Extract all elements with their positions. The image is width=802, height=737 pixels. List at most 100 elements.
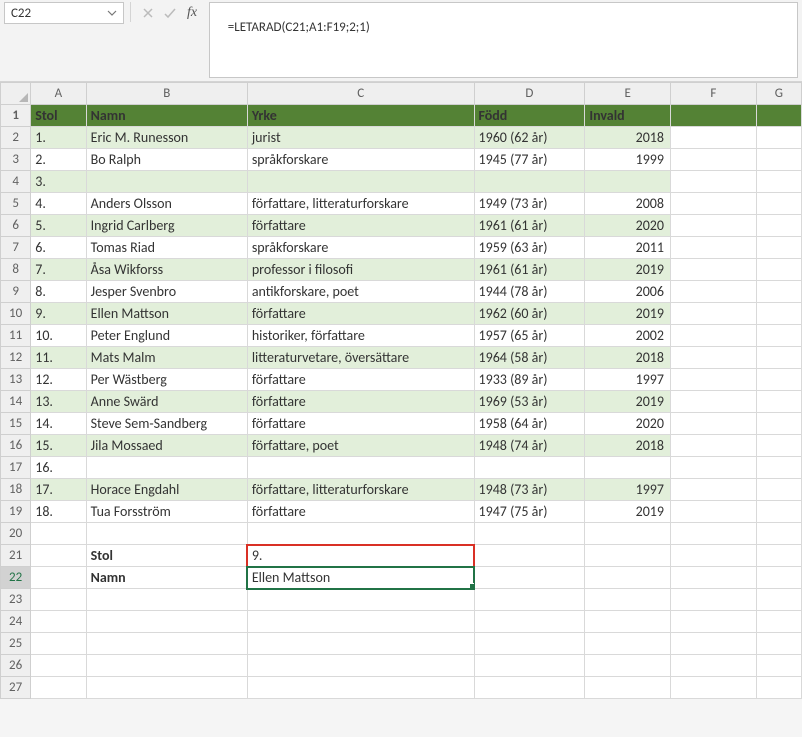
cell[interactable]: 13.	[31, 391, 86, 413]
cell[interactable]: 1959 (63 år)	[474, 237, 585, 259]
cell[interactable]: Ingrid Carlberg	[86, 215, 247, 237]
cell[interactable]	[756, 303, 801, 325]
cell[interactable]: litteraturvetare, översättare	[247, 347, 474, 369]
cell[interactable]	[474, 633, 585, 655]
cell[interactable]: Anders Olsson	[86, 193, 247, 215]
cell[interactable]: 3.	[31, 171, 86, 193]
row-header[interactable]: 8	[1, 259, 31, 281]
cell[interactable]	[247, 171, 474, 193]
cell[interactable]	[756, 435, 801, 457]
select-all-corner[interactable]	[1, 83, 31, 105]
cell[interactable]: författare, litteraturforskare	[247, 193, 474, 215]
cell[interactable]	[474, 457, 585, 479]
cell[interactable]	[585, 567, 671, 589]
cell[interactable]: 16.	[31, 457, 86, 479]
cell[interactable]	[474, 171, 585, 193]
cell[interactable]: 2020	[585, 215, 671, 237]
cell[interactable]	[31, 611, 86, 633]
cell[interactable]	[756, 633, 801, 655]
cell[interactable]	[670, 567, 756, 589]
cell[interactable]: 2.	[31, 149, 86, 171]
cell[interactable]: 1960 (62 år)	[474, 127, 585, 149]
cell[interactable]	[756, 347, 801, 369]
cell[interactable]	[756, 193, 801, 215]
cell[interactable]: författare	[247, 369, 474, 391]
cell[interactable]	[670, 435, 756, 457]
row-header[interactable]: 13	[1, 369, 31, 391]
cell[interactable]: Bo Ralph	[86, 149, 247, 171]
cell[interactable]: 2019	[585, 303, 671, 325]
cell[interactable]: 1948 (74 år)	[474, 435, 585, 457]
cell[interactable]: 1945 (77 år)	[474, 149, 585, 171]
cell[interactable]	[670, 105, 756, 127]
cell[interactable]	[670, 633, 756, 655]
cell[interactable]: Peter Englund	[86, 325, 247, 347]
cell[interactable]: 2020	[585, 413, 671, 435]
cell[interactable]	[247, 523, 474, 545]
cell[interactable]: 6.	[31, 237, 86, 259]
cell[interactable]: författare, litteraturforskare	[247, 479, 474, 501]
col-header-D[interactable]: D	[474, 83, 585, 105]
cell[interactable]: 11.	[31, 347, 86, 369]
cell[interactable]	[31, 655, 86, 677]
row-header[interactable]: 26	[1, 655, 31, 677]
cell[interactable]	[585, 677, 671, 699]
cell[interactable]	[756, 171, 801, 193]
cell[interactable]: författare, poet	[247, 435, 474, 457]
cell[interactable]	[247, 633, 474, 655]
cell[interactable]	[670, 259, 756, 281]
cell[interactable]	[474, 545, 585, 567]
cell[interactable]: språkforskare	[247, 149, 474, 171]
cell[interactable]: 1947 (75 år)	[474, 501, 585, 523]
row-header[interactable]: 14	[1, 391, 31, 413]
cell[interactable]: Mats Malm	[86, 347, 247, 369]
cell[interactable]	[670, 391, 756, 413]
cell[interactable]: 1962 (60 år)	[474, 303, 585, 325]
cell[interactable]: 1949 (73 år)	[474, 193, 585, 215]
cell[interactable]	[585, 171, 671, 193]
row-header[interactable]: 21	[1, 545, 31, 567]
cell[interactable]	[670, 545, 756, 567]
cell[interactable]	[670, 303, 756, 325]
row-header[interactable]: 23	[1, 589, 31, 611]
cell[interactable]: Tua Forsström	[86, 501, 247, 523]
cell[interactable]	[756, 259, 801, 281]
cell[interactable]: jurist	[247, 127, 474, 149]
cell[interactable]	[670, 347, 756, 369]
row-header[interactable]: 17	[1, 457, 31, 479]
cell[interactable]	[86, 457, 247, 479]
col-header-G[interactable]: G	[756, 83, 801, 105]
row-header[interactable]: 16	[1, 435, 31, 457]
cell[interactable]	[756, 589, 801, 611]
cell[interactable]: Stol	[31, 105, 86, 127]
cell[interactable]	[585, 523, 671, 545]
cell[interactable]	[670, 523, 756, 545]
cell[interactable]	[756, 237, 801, 259]
cell[interactable]: 1964 (58 år)	[474, 347, 585, 369]
cell[interactable]	[756, 369, 801, 391]
row-header[interactable]: 7	[1, 237, 31, 259]
row-header[interactable]: 1	[1, 105, 31, 127]
cell[interactable]: Stol	[86, 545, 247, 567]
cell[interactable]: 9.	[31, 303, 86, 325]
cell[interactable]	[670, 149, 756, 171]
cell[interactable]	[474, 523, 585, 545]
cell[interactable]	[756, 545, 801, 567]
cell[interactable]: 18.	[31, 501, 86, 523]
col-header-E[interactable]: E	[585, 83, 671, 105]
row-header[interactable]: 15	[1, 413, 31, 435]
cell[interactable]	[670, 237, 756, 259]
cell[interactable]: 4.	[31, 193, 86, 215]
row-header[interactable]: 3	[1, 149, 31, 171]
cell[interactable]	[756, 391, 801, 413]
cell[interactable]	[670, 479, 756, 501]
row-header[interactable]: 11	[1, 325, 31, 347]
row-header[interactable]: 27	[1, 677, 31, 699]
cell[interactable]	[31, 589, 86, 611]
chevron-down-icon[interactable]	[105, 8, 119, 18]
cell[interactable]	[31, 545, 86, 567]
cell[interactable]: Steve Sem-Sandberg	[86, 413, 247, 435]
cell[interactable]: Anne Swärd	[86, 391, 247, 413]
row-header[interactable]: 6	[1, 215, 31, 237]
cell[interactable]	[756, 215, 801, 237]
